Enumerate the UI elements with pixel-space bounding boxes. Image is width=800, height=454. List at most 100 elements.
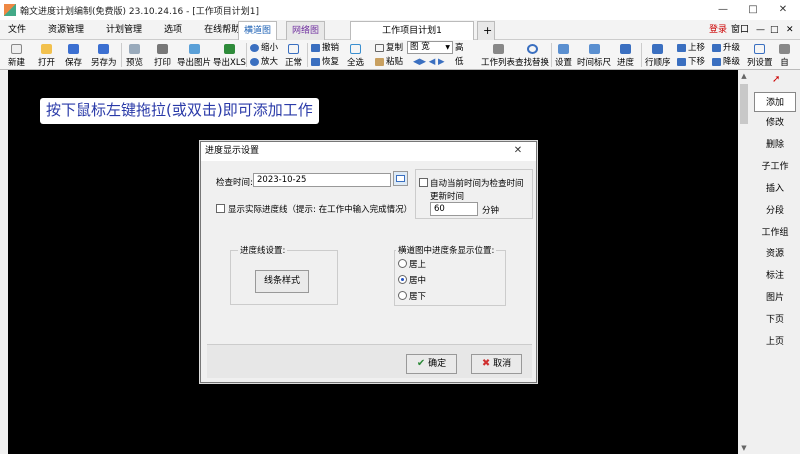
sidebar-item-next-page[interactable]: 下页 (754, 310, 796, 330)
export-xls-button[interactable]: 导出XLS (213, 40, 246, 70)
more-button[interactable]: 自 (779, 40, 790, 70)
progress-button[interactable]: 进度 (617, 40, 634, 70)
calendar-icon[interactable] (393, 171, 408, 186)
sidebar-item-edit[interactable]: 修改 (754, 113, 796, 133)
cancel-icon: ✖ (481, 358, 491, 369)
login-link[interactable]: 登录 (709, 20, 727, 40)
cancel-button[interactable]: ✖ 取消 (471, 354, 522, 374)
height-down-button[interactable]: 低 (455, 55, 464, 69)
zoom-in-button[interactable]: 放大 (250, 55, 278, 69)
undo-button[interactable]: 撤销 (311, 41, 339, 55)
window-menu[interactable]: 窗口 (731, 20, 749, 40)
scroll-up-icon[interactable]: ▲ (738, 70, 750, 82)
move-up-button[interactable]: 上移 (677, 41, 705, 55)
toolbar-separator (246, 43, 247, 67)
upgrade-button[interactable]: 升级 (712, 41, 740, 55)
update-unit-label: 分钟 (482, 206, 500, 216)
dialog-title: 进度显示设置 (201, 142, 536, 161)
tab-gantt[interactable]: 横道图 (238, 21, 278, 40)
copy-button[interactable]: 复制 (375, 41, 403, 55)
vertical-scrollbar[interactable]: ▲ ▼ (738, 70, 750, 454)
save-as-button[interactable]: 另存为 (91, 40, 117, 70)
arrow-down-icon (677, 58, 686, 66)
update-interval-input[interactable]: 60 (430, 202, 478, 216)
doc-maximize-button[interactable]: □ (770, 20, 779, 40)
normal-zoom-button[interactable]: 正常 (285, 40, 302, 70)
progress-settings-dialog: 进度显示设置 ✕ 检查时间: 2023-10-25 自动当前时间为检查时间 更新… (200, 141, 537, 383)
sidebar-item-insert[interactable]: 插入 (754, 179, 796, 199)
menu-options[interactable]: 选项 (156, 20, 190, 40)
height-up-button[interactable]: 高 (455, 41, 464, 55)
toolbar-separator (641, 43, 642, 67)
time-ruler-button[interactable]: 时间标尺 (577, 40, 611, 70)
scrollbar-thumb[interactable] (740, 84, 748, 124)
task-list-button[interactable]: 工作列表 (481, 40, 515, 70)
sidebar-item-add[interactable]: 添加 (754, 92, 796, 112)
tab-project-plan[interactable]: 工作项目计划1 (350, 21, 474, 40)
sidebar-item-group[interactable]: 工作组 (754, 223, 796, 243)
check-time-input[interactable]: 2023-10-25 (253, 173, 391, 187)
zoom-out-button[interactable]: 缩小 (250, 41, 278, 55)
doc-minimize-button[interactable]: — (756, 20, 765, 40)
save-button[interactable]: 保存 (65, 40, 82, 70)
sidebar-item-resources[interactable]: 资源 (754, 244, 796, 264)
maximize-button[interactable]: □ (742, 0, 764, 20)
sidebar-item-annotation[interactable]: 标注 (754, 266, 796, 286)
row-order-button[interactable]: 行顺序 (645, 40, 671, 70)
arrow-buttons[interactable]: ◀▶ ◀ ▶ (413, 55, 445, 69)
view-width-select[interactable]: 图 宽 ▼ (407, 41, 453, 54)
menu-plan[interactable]: 计划管理 (98, 20, 150, 40)
printer-icon (157, 44, 168, 54)
zoom-out-icon (250, 44, 259, 52)
position-top-label: 居上 (409, 260, 427, 270)
minimize-button[interactable]: — (712, 0, 734, 20)
scroll-down-icon[interactable]: ▼ (738, 442, 750, 454)
line-style-button[interactable]: 线条样式 (255, 270, 309, 293)
window-title: 翰文进度计划编制(免费版) 23.10.24.16 - [工作项目计划1] (20, 6, 259, 17)
copy-icon (375, 44, 384, 52)
position-middle-label: 居中 (409, 276, 427, 286)
position-bottom-radio[interactable] (398, 291, 407, 300)
app-logo-icon (4, 4, 16, 16)
chevron-down-icon: ▼ (445, 44, 450, 51)
preview-button[interactable]: 预览 (126, 40, 143, 70)
find-replace-button[interactable]: 查找替换 (515, 40, 549, 70)
move-down-button[interactable]: 下移 (677, 55, 705, 69)
bar-position-label: 横道图中进度条显示位置: (396, 244, 497, 256)
redo-button[interactable]: 恢复 (311, 55, 339, 69)
paste-button[interactable]: 粘贴 (375, 55, 403, 69)
columns-icon (754, 44, 766, 54)
doc-close-button[interactable]: ✕ (786, 20, 794, 40)
close-button[interactable]: ✕ (772, 0, 794, 20)
ok-button[interactable]: ✔ 确定 (406, 354, 457, 374)
menu-file[interactable]: 文件 (0, 20, 34, 40)
open-button[interactable]: 打开 (38, 40, 55, 70)
sidebar-item-segment[interactable]: 分段 (754, 201, 796, 221)
downgrade-button[interactable]: 降级 (712, 55, 740, 69)
add-tab-button[interactable]: + (477, 21, 495, 40)
position-middle-radio[interactable] (398, 275, 407, 284)
select-all-button[interactable]: 全选 (347, 40, 364, 70)
pointer-arrow-icon[interactable]: ➚ (772, 74, 780, 85)
sidebar-item-delete[interactable]: 删除 (754, 135, 796, 155)
auto-now-checkbox[interactable] (419, 178, 428, 187)
print-button[interactable]: 打印 (154, 40, 171, 70)
dialog-close-icon[interactable]: ✕ (510, 144, 526, 158)
export-image-button[interactable]: 导出图片 (177, 40, 211, 70)
new-button[interactable]: 新建 (8, 40, 25, 70)
settings-button[interactable]: 设置 (555, 40, 572, 70)
save-icon (68, 44, 79, 54)
position-top-radio[interactable] (398, 259, 407, 268)
paste-icon (375, 58, 384, 66)
sort-icon (652, 44, 664, 54)
menu-resources[interactable]: 资源管理 (40, 20, 92, 40)
sidebar-item-image[interactable]: 图片 (754, 288, 796, 308)
sidebar-item-prev-page[interactable]: 上页 (754, 332, 796, 352)
tab-network[interactable]: 网络图 (286, 21, 326, 40)
title-bar: 翰文进度计划编制(免费版) 23.10.24.16 - [工作项目计划1] — … (0, 0, 800, 20)
sidebar-item-subtask[interactable]: 子工作 (754, 157, 796, 177)
image-icon (188, 44, 200, 54)
column-settings-button[interactable]: 列设置 (747, 40, 773, 70)
more-icon (779, 44, 790, 54)
show-actual-checkbox[interactable] (216, 204, 225, 213)
